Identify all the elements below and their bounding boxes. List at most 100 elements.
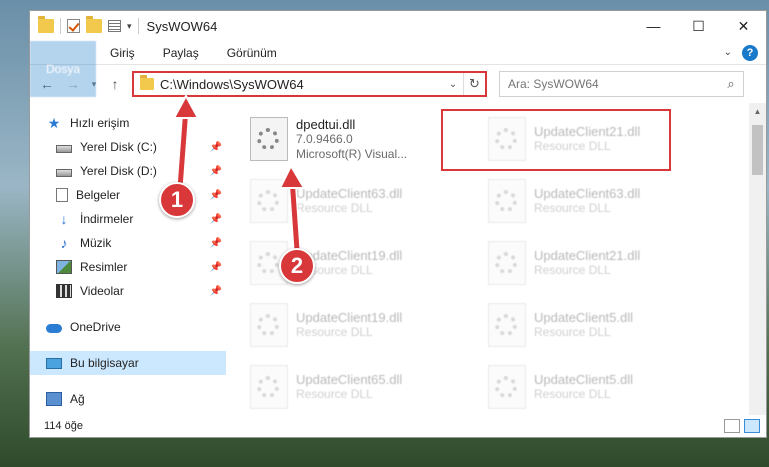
- tab-view[interactable]: Görünüm: [213, 41, 291, 64]
- pin-icon: 📌: [209, 285, 222, 297]
- dll-file-icon: [488, 179, 526, 223]
- file-item[interactable]: UpdateClient63.dll Resource DLL: [250, 173, 476, 229]
- callout-2: 2: [279, 248, 315, 284]
- file-name: UpdateClient65.dll: [296, 372, 403, 387]
- nav-item-network[interactable]: Ağ: [30, 387, 226, 411]
- file-description: Resource DLL: [296, 201, 373, 215]
- file-item[interactable]: UpdateClient65.dll Resource DLL: [250, 359, 476, 415]
- pin-icon: 📌: [209, 165, 222, 177]
- music-icon: ♪: [60, 235, 68, 251]
- address-bar[interactable]: C:\Windows\SysWOW64 ⌄ ↻: [132, 71, 487, 97]
- address-dropdown-icon[interactable]: ⌄: [443, 79, 463, 90]
- gear-icon: [257, 252, 279, 274]
- file-item[interactable]: UpdateClient5.dll Resource DLL: [488, 359, 714, 415]
- nav-item-videos[interactable]: Videolar 📌: [30, 279, 226, 303]
- file-description: Resource DLL: [296, 387, 373, 401]
- computer-icon: [46, 357, 62, 369]
- nav-item-downloads[interactable]: ↓ İndirmeler 📌: [30, 207, 226, 231]
- nav-item-pictures[interactable]: Resimler 📌: [30, 255, 226, 279]
- search-icon[interactable]: ⌕: [719, 76, 743, 92]
- dll-file-icon: [250, 117, 288, 161]
- nav-label: OneDrive: [70, 320, 121, 334]
- file-name: UpdateClient63.dll: [534, 186, 641, 201]
- up-button[interactable]: ↑: [104, 72, 126, 96]
- tab-share[interactable]: Paylaş: [149, 41, 213, 64]
- dll-file-icon: [488, 365, 526, 409]
- nav-label: Resimler: [80, 260, 128, 274]
- nav-label: İndirmeler: [80, 212, 134, 226]
- file-name: UpdateClient21.dll: [534, 248, 641, 263]
- file-name: UpdateClient5.dll: [534, 310, 634, 325]
- file-item-dpedtui[interactable]: dpedtui.dll 7.0.9466.0 Microsoft(R) Visu…: [250, 111, 476, 167]
- tiles-view-icon[interactable]: [744, 419, 760, 433]
- properties-check-icon[interactable]: [67, 19, 80, 33]
- window-title: SysWOW64: [146, 18, 218, 34]
- close-button[interactable]: ✕: [721, 11, 766, 41]
- vertical-scrollbar[interactable]: ▲: [749, 103, 766, 415]
- pin-icon: 📌: [209, 213, 222, 225]
- address-path[interactable]: C:\Windows\SysWOW64: [160, 77, 443, 92]
- file-item[interactable]: UpdateClient19.dll Resource DLL: [250, 297, 476, 353]
- folder-icon: [140, 75, 154, 90]
- file-description: Resource DLL: [296, 325, 373, 339]
- file-item[interactable]: UpdateClient21.dll Resource DLL: [488, 111, 714, 167]
- gear-icon: [257, 376, 279, 398]
- divider: [137, 18, 139, 34]
- folder-icon: [38, 16, 54, 33]
- gear-icon: [495, 314, 517, 336]
- refresh-icon[interactable]: ↻: [463, 73, 485, 95]
- customize-dropdown-icon[interactable]: ▾: [127, 21, 132, 32]
- scrollbar-thumb[interactable]: [752, 125, 763, 175]
- dll-file-icon: [250, 303, 288, 347]
- maximize-button[interactable]: ☐: [676, 11, 721, 41]
- file-item[interactable]: UpdateClient5.dll Resource DLL: [488, 297, 714, 353]
- file-description: Resource DLL: [534, 263, 611, 277]
- file-text: UpdateClient5.dll Resource DLL: [534, 310, 633, 340]
- nav-item-local-disk-c[interactable]: Yerel Disk (C:) 📌: [30, 135, 226, 159]
- status-bar: 114 öğe: [30, 415, 766, 437]
- minimize-button[interactable]: —: [631, 11, 676, 41]
- content-area: ★ Hızlı erişim Yerel Disk (C:) 📌 Yerel D…: [30, 103, 766, 415]
- ribbon-tabs: Dosya Giriş Paylaş Görünüm ⌄ ?: [30, 41, 766, 97]
- file-description: Resource DLL: [534, 201, 611, 215]
- nav-item-documents[interactable]: Belgeler 📌: [30, 183, 226, 207]
- new-folder-icon[interactable]: [86, 16, 102, 33]
- document-icon: [56, 188, 68, 202]
- file-text: UpdateClient21.dll Resource DLL: [534, 248, 640, 278]
- gear-icon: [495, 190, 517, 212]
- nav-quick-access[interactable]: ★ Hızlı erişim: [30, 111, 226, 135]
- customize-icon[interactable]: [108, 20, 121, 32]
- item-count: 114 öğe: [44, 420, 83, 432]
- file-name: UpdateClient21.dll: [534, 124, 641, 139]
- file-description: Resource DLL: [534, 139, 611, 153]
- nav-item-local-disk-d[interactable]: Yerel Disk (D:) 📌: [30, 159, 226, 183]
- dll-file-icon: [488, 303, 526, 347]
- details-view-icon[interactable]: [724, 419, 740, 433]
- nav-item-music[interactable]: ♪ Müzik 📌: [30, 231, 226, 255]
- file-description: Resource DLL: [534, 325, 611, 339]
- nav-label: Videolar: [80, 284, 124, 298]
- file-text: UpdateClient19.dll Resource DLL: [296, 310, 402, 340]
- search-input[interactable]: [508, 77, 719, 91]
- nav-item-this-pc[interactable]: Bu bilgisayar: [30, 351, 226, 375]
- scroll-up-icon[interactable]: ▲: [749, 103, 766, 120]
- search-box[interactable]: ⌕: [499, 71, 744, 97]
- help-icon[interactable]: ?: [742, 44, 758, 61]
- pin-icon: 📌: [209, 237, 222, 249]
- navigation-pane: ★ Hızlı erişim Yerel Disk (C:) 📌 Yerel D…: [30, 103, 226, 415]
- gear-icon: [495, 252, 517, 274]
- chevron-down-icon[interactable]: ⌄: [724, 47, 732, 58]
- tab-file[interactable]: Dosya: [30, 41, 97, 97]
- file-text: UpdateClient63.dll Resource DLL: [534, 186, 640, 216]
- dll-file-icon: [250, 179, 288, 223]
- gear-icon: [495, 128, 517, 150]
- tab-home[interactable]: Giriş: [96, 41, 149, 64]
- file-name: UpdateClient5.dll: [534, 372, 634, 387]
- file-item[interactable]: UpdateClient63.dll Resource DLL: [488, 173, 714, 229]
- file-grid: dpedtui.dll 7.0.9466.0 Microsoft(R) Visu…: [250, 111, 749, 415]
- disk-icon: [56, 168, 72, 177]
- file-item[interactable]: UpdateClient21.dll Resource DLL: [488, 235, 714, 291]
- nav-item-onedrive[interactable]: OneDrive: [30, 315, 226, 339]
- window-controls: — ☐ ✕: [631, 11, 766, 41]
